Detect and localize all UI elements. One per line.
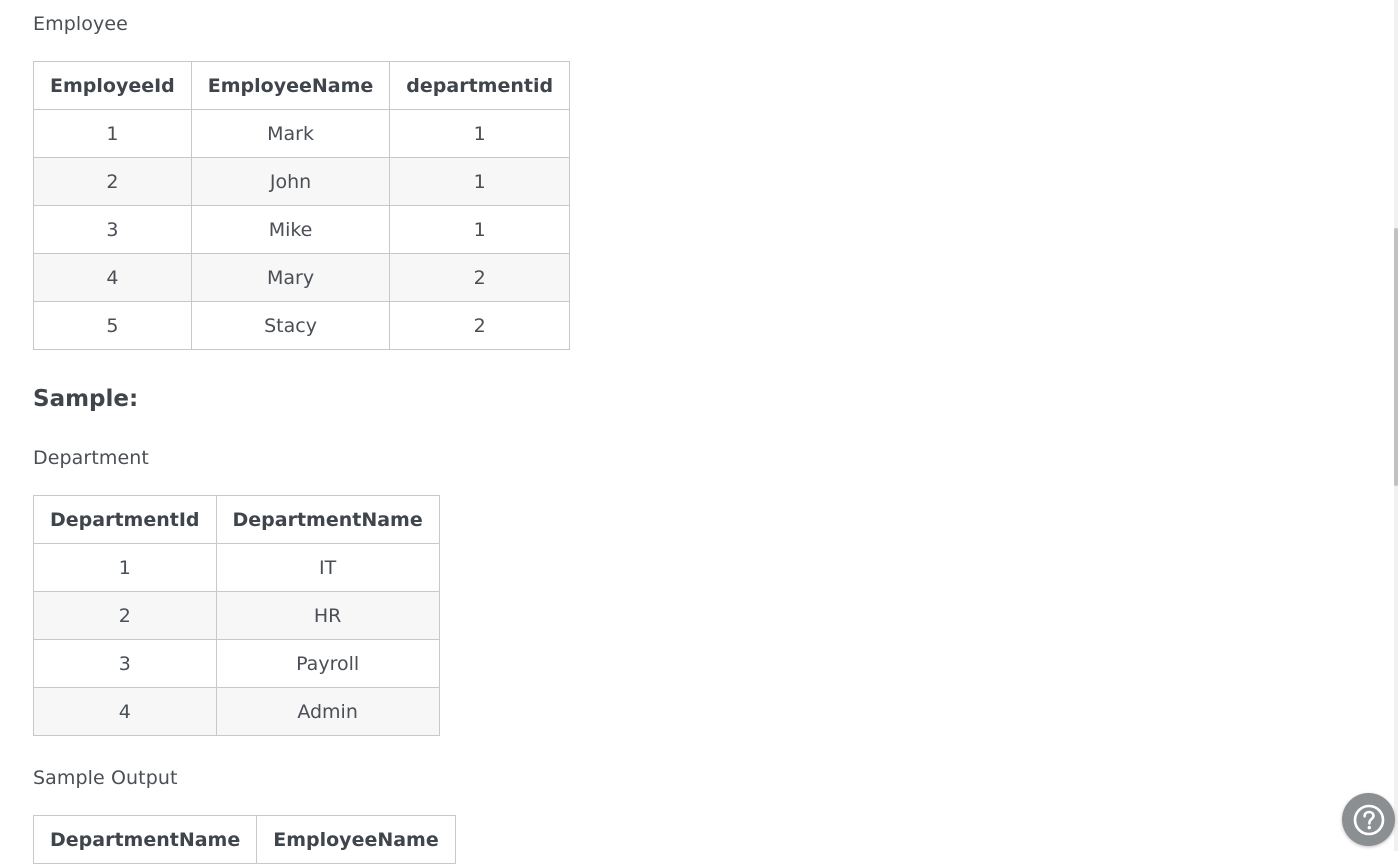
table-header-row: EmployeeId EmployeeName departmentid bbox=[33, 61, 571, 110]
table-row: 2 John 1 bbox=[33, 157, 571, 206]
sample-output-table: DepartmentName EmployeeName bbox=[32, 815, 456, 864]
table-cell: Stacy bbox=[190, 301, 391, 350]
table-cell: 1 bbox=[33, 109, 192, 158]
help-circle-icon bbox=[1352, 803, 1386, 837]
table-cell: Payroll bbox=[215, 639, 440, 688]
column-header-employee-name: EmployeeName bbox=[256, 815, 456, 864]
table-row: 3 Payroll bbox=[33, 639, 440, 688]
column-header-employee-id: EmployeeId bbox=[33, 61, 192, 110]
table-cell: 5 bbox=[33, 301, 192, 350]
table-cell: 1 bbox=[389, 205, 571, 254]
table-cell: 2 bbox=[33, 157, 192, 206]
table-cell: 2 bbox=[389, 301, 571, 350]
table-cell: HR bbox=[215, 591, 440, 640]
table-cell: Mike bbox=[190, 205, 391, 254]
table-cell: IT bbox=[215, 543, 440, 592]
employee-table: EmployeeId EmployeeName departmentid 1 M… bbox=[33, 61, 571, 350]
table-cell: 2 bbox=[33, 591, 217, 640]
column-header-employee-name: EmployeeName bbox=[190, 61, 391, 110]
sample-heading: Sample: bbox=[33, 386, 139, 412]
column-header-department-name: DepartmentName bbox=[32, 815, 258, 864]
table-row: 1 IT bbox=[33, 543, 440, 592]
table-cell: 3 bbox=[33, 639, 217, 688]
department-table: DepartmentId DepartmentName 1 IT 2 HR 3 … bbox=[33, 495, 440, 736]
department-table-caption: Department bbox=[33, 447, 149, 469]
table-row: 1 Mark 1 bbox=[33, 109, 571, 158]
help-button[interactable] bbox=[1342, 793, 1395, 846]
column-header-department-id: departmentid bbox=[389, 61, 571, 110]
table-row: 2 HR bbox=[33, 591, 440, 640]
column-header-department-name: DepartmentName bbox=[215, 495, 440, 544]
table-row: 4 Mary 2 bbox=[33, 253, 571, 302]
vertical-scrollbar[interactable] bbox=[1394, 0, 1398, 851]
column-header-department-id: DepartmentId bbox=[33, 495, 217, 544]
table-cell: 4 bbox=[33, 253, 192, 302]
table-cell: 1 bbox=[389, 157, 571, 206]
table-cell: 1 bbox=[33, 543, 217, 592]
scrollbar-thumb[interactable] bbox=[1394, 228, 1398, 486]
table-cell: Mary bbox=[190, 253, 391, 302]
table-header-row: DepartmentName EmployeeName bbox=[32, 815, 456, 864]
table-cell: 4 bbox=[33, 687, 217, 736]
table-header-row: DepartmentId DepartmentName bbox=[33, 495, 440, 544]
table-cell: 3 bbox=[33, 205, 192, 254]
table-cell: John bbox=[190, 157, 391, 206]
table-cell: 1 bbox=[389, 109, 571, 158]
table-cell: Admin bbox=[215, 687, 440, 736]
table-cell: 2 bbox=[389, 253, 571, 302]
sample-output-caption: Sample Output bbox=[33, 767, 178, 789]
table-row: 4 Admin bbox=[33, 687, 440, 736]
employee-table-caption: Employee bbox=[33, 13, 128, 35]
table-row: 3 Mike 1 bbox=[33, 205, 571, 254]
table-row: 5 Stacy 2 bbox=[33, 301, 571, 350]
table-cell: Mark bbox=[190, 109, 391, 158]
